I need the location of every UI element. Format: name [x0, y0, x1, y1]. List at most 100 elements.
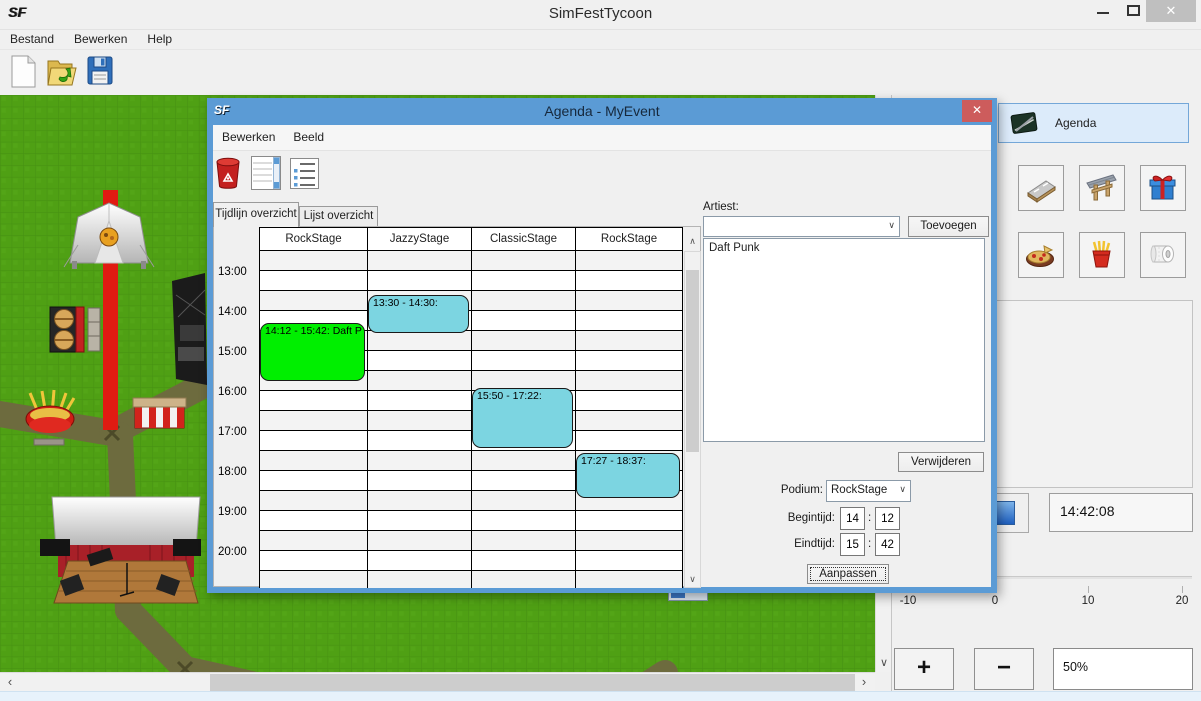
- begin-hour-input[interactable]: [840, 507, 865, 530]
- slider-tick-label: 10: [1071, 595, 1105, 607]
- column-header-rockstage: RockStage: [575, 227, 683, 251]
- notebook-icon: [1009, 108, 1039, 138]
- save-icon[interactable]: [86, 55, 114, 92]
- slider-tick-label: -10: [891, 595, 925, 607]
- item-fries-button[interactable]: [1079, 232, 1125, 278]
- agenda-button-label: Agenda: [1055, 116, 1096, 130]
- artist-combobox[interactable]: ∨: [703, 216, 900, 237]
- slider-tick-label: 20: [1165, 595, 1199, 607]
- vscroll-thumb[interactable]: [686, 270, 699, 452]
- dialog-menu-item-bewerken[interactable]: Bewerken: [213, 125, 284, 144]
- dialog-menu-item-beeld[interactable]: Beeld: [284, 125, 333, 144]
- schedule-scrollbar[interactable]: ∧ ∨: [684, 251, 701, 588]
- menu-item-bestand[interactable]: Bestand: [0, 30, 64, 46]
- striped-booth[interactable]: [133, 398, 186, 428]
- tab-tijdlijn-overzicht[interactable]: Tijdlijn overzicht: [213, 202, 299, 227]
- column-header-classicstage: ClassicStage: [471, 227, 576, 251]
- hscroll-thumb[interactable]: [210, 674, 855, 691]
- item-road-tile-button[interactable]: [1018, 165, 1064, 211]
- dialog-titlebar[interactable]: SF Agenda - MyEvent ✕: [207, 98, 997, 125]
- scrollbar-corner: [875, 672, 891, 691]
- time-label-19:00: 19:00: [218, 506, 258, 518]
- combo-arrow-icon: ∨: [899, 484, 906, 495]
- maximize-button[interactable]: [1120, 0, 1146, 22]
- time-label-15:00: 15:00: [218, 346, 258, 358]
- speaker-tower[interactable]: [172, 273, 207, 385]
- item-pizza-button[interactable]: [1018, 232, 1064, 278]
- gate-icon: [1085, 171, 1119, 205]
- open-file-icon[interactable]: [46, 55, 78, 94]
- minimize-button[interactable]: [1090, 0, 1116, 22]
- podium-combo-value: RockStage: [831, 484, 887, 496]
- main-stage[interactable]: [40, 497, 201, 603]
- menu-item-bewerken[interactable]: Bewerken: [64, 30, 137, 46]
- time-label-17:00: 17:00: [218, 426, 258, 438]
- end-minute-input[interactable]: [875, 533, 900, 556]
- scroll-left-icon[interactable]: ‹: [2, 673, 18, 692]
- begin-time-label: Begintijd:: [743, 512, 835, 524]
- sim-clock: 14:42:08: [1049, 493, 1193, 532]
- end-hour-input[interactable]: [840, 533, 865, 556]
- list-view-icon[interactable]: [290, 158, 319, 194]
- column-header-jazzystage: JazzyStage: [367, 227, 472, 251]
- schedule-event[interactable]: 13:30 - 14:30:: [368, 295, 469, 333]
- window-titlebar: SF SimFestTycoon ✕: [0, 0, 1201, 30]
- dialog-body: BewerkenBeeld: [213, 125, 991, 587]
- scroll-down-icon[interactable]: ∨: [685, 572, 700, 587]
- minimize-icon: [1097, 12, 1109, 14]
- toilet-paper-icon: [1146, 238, 1180, 272]
- item-gate-button[interactable]: [1079, 165, 1125, 211]
- podium-label: Podium:: [733, 484, 823, 496]
- slider-tick-label: 0: [978, 595, 1012, 607]
- time-label-16:00: 16:00: [218, 386, 258, 398]
- close-button[interactable]: ✕: [1146, 0, 1196, 22]
- scroll-up-icon[interactable]: ∧: [685, 234, 700, 249]
- dialog-close-button[interactable]: ✕: [962, 100, 992, 122]
- tab-lijst-overzicht[interactable]: Lijst overzicht: [299, 206, 378, 227]
- delete-trash-icon[interactable]: [215, 157, 241, 195]
- schedule-event[interactable]: 14:12 - 15:42: Daft P: [260, 323, 365, 381]
- podium-combobox[interactable]: RockStage ∨: [826, 480, 911, 502]
- grid-line: [682, 251, 683, 588]
- zoom-in-button[interactable]: +: [894, 648, 954, 690]
- column-header-rockstage: RockStage: [259, 227, 368, 251]
- burger-stand[interactable]: [50, 307, 100, 352]
- begin-minute-input[interactable]: [875, 507, 900, 530]
- item-toilet-paper-button[interactable]: [1140, 232, 1186, 278]
- item-gift-button[interactable]: [1140, 165, 1186, 211]
- time-label-14:00: 14:00: [218, 306, 258, 318]
- time-label-18:00: 18:00: [218, 466, 258, 478]
- add-artist-button[interactable]: Toevoegen: [908, 216, 989, 237]
- grid-line: [259, 251, 260, 588]
- timeline-view-icon[interactable]: [251, 156, 281, 195]
- scroll-right-icon[interactable]: ›: [856, 673, 872, 692]
- pizza-icon: [1024, 238, 1058, 272]
- schedule-event[interactable]: 15:50 - 17:22:: [472, 388, 573, 447]
- main-menubar: BestandBewerkenHelp: [0, 30, 1201, 50]
- menu-item-help[interactable]: Help: [137, 30, 182, 46]
- road-tile-icon: [1024, 171, 1058, 205]
- window-title: SimFestTycoon: [0, 0, 1201, 30]
- remove-button[interactable]: Verwijderen: [898, 452, 984, 472]
- schedule-grid[interactable]: RockStageJazzyStageClassicStageRockStage…: [259, 227, 683, 588]
- main-toolbar: [0, 50, 1201, 95]
- maximize-icon: [1127, 5, 1140, 16]
- scroll-down-icon[interactable]: ∨: [876, 655, 892, 671]
- agenda-button[interactable]: Agenda: [998, 103, 1189, 143]
- schedule-event[interactable]: 17:27 - 18:37:: [576, 453, 680, 498]
- agenda-dialog: SF Agenda - MyEvent ✕ BewerkenBeeld: [207, 98, 997, 593]
- artist-list-item[interactable]: Daft Punk: [704, 239, 984, 254]
- timeline-panel: 13:0014:0015:0016:0017:0018:0019:0020:00…: [213, 226, 701, 587]
- grid-line: [575, 251, 576, 588]
- time-separator: :: [868, 512, 871, 524]
- fries-icon: [1085, 238, 1119, 272]
- time-label-20:00: 20:00: [218, 546, 258, 558]
- dialog-title: Agenda - MyEvent: [207, 98, 997, 125]
- gift-icon: [1146, 171, 1180, 205]
- zoom-level-box: 50%: [1053, 648, 1193, 690]
- new-file-icon[interactable]: [8, 55, 38, 94]
- artist-listbox[interactable]: Daft Punk: [703, 238, 985, 442]
- zoom-out-button[interactable]: −: [974, 648, 1034, 690]
- apply-button[interactable]: Aanpassen: [807, 564, 889, 584]
- map-horizontal-scrollbar[interactable]: ‹ ›: [0, 672, 875, 691]
